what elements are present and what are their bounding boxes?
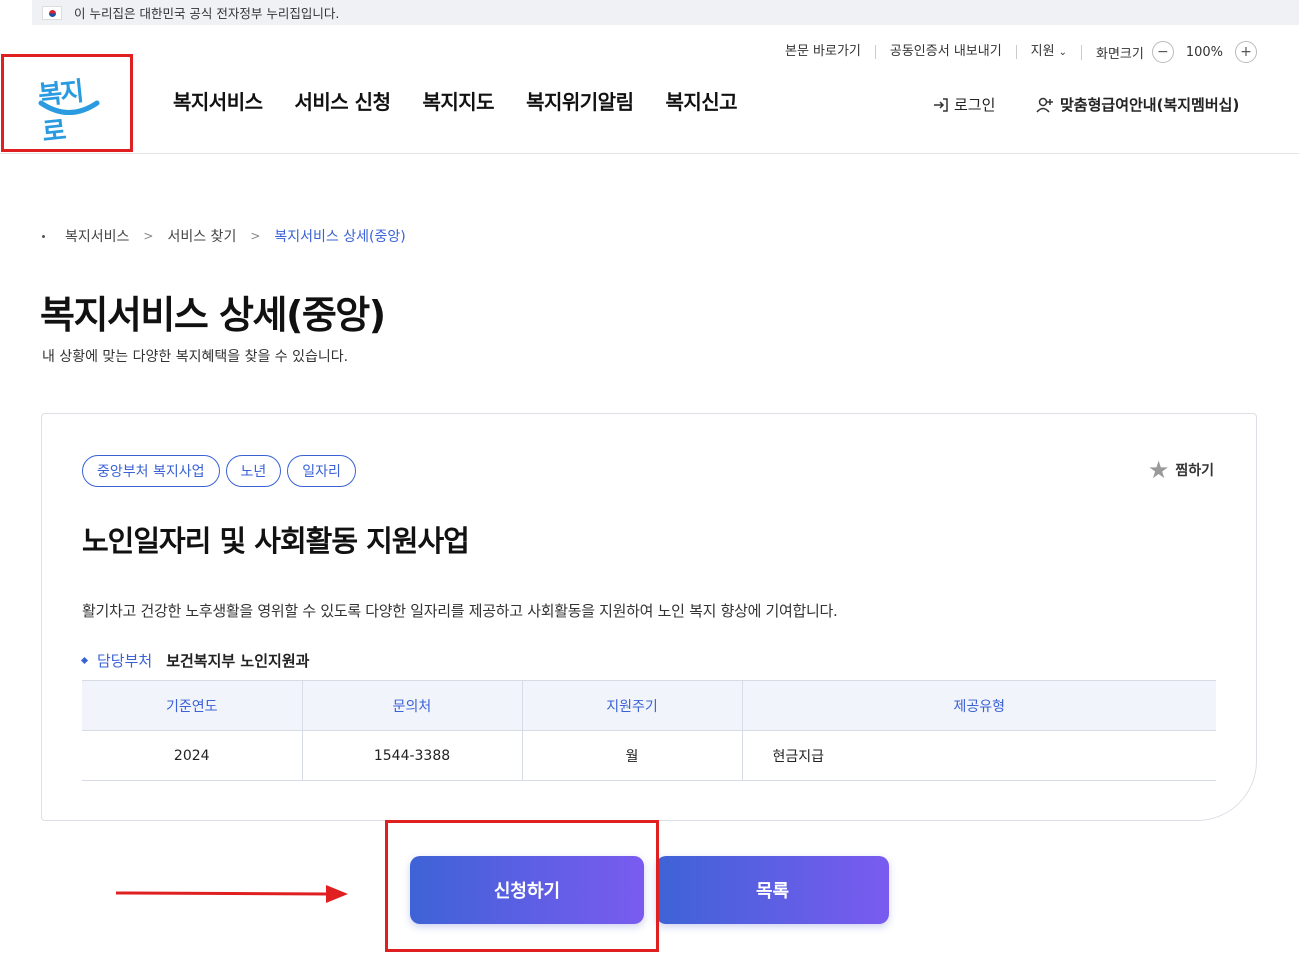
service-description: 활기차고 건강한 노후생활을 영위할 수 있도록 다양한 일자리를 제공하고 사… <box>82 602 838 620</box>
chevron-right-icon: > <box>143 229 154 243</box>
list-button[interactable]: 목록 <box>656 856 889 924</box>
gov-banner: 이 누리집은 대한민국 공식 전자정부 누리집입니다. <box>32 0 1299 25</box>
korea-flag-icon <box>42 5 62 20</box>
nav-crisis-alert[interactable]: 복지위기알림 <box>526 86 634 115</box>
star-icon: ★ <box>1147 456 1170 484</box>
favorite-label: 찜하기 <box>1175 463 1214 479</box>
service-card: 중앙부처 복지사업 노년 일자리 ★ 찜하기 노인일자리 및 사회활동 지원사업… <box>41 413 1257 821</box>
table-cell: 현금지급 <box>742 730 1216 781</box>
gov-banner-text: 이 누리집은 대한민국 공식 전자정부 누리집입니다. <box>74 6 340 21</box>
logo-highlight-box <box>1 54 133 152</box>
chevron-right-icon: > <box>250 229 261 243</box>
department-label: 담당부처 <box>97 652 153 670</box>
column-header: 문의처 <box>302 680 523 731</box>
membership-label: 맞춤형급여안내(복지멤버십) <box>1060 96 1240 114</box>
membership-button[interactable]: 맞춤형급여안내(복지멤버십) <box>1036 94 1239 115</box>
department-info: 담당부처 보건복지부 노인지원과 <box>80 650 310 671</box>
diamond-bullet-icon <box>80 656 89 665</box>
nav-welfare-service[interactable]: 복지서비스 <box>173 86 263 115</box>
tag-jobs[interactable]: 일자리 <box>287 455 356 487</box>
user-plus-icon <box>1036 97 1053 113</box>
home-dot-icon <box>42 234 45 238</box>
nav-welfare-map[interactable]: 복지지도 <box>422 86 494 115</box>
breadcrumb: 복지서비스 > 서비스 찾기 > 복지서비스 상세(중앙) <box>42 226 406 246</box>
apply-highlight-box <box>385 820 659 952</box>
header: 복지로 복지서비스 서비스 신청 복지지도 복지위기알림 복지신고 로그인 맞춤… <box>0 54 1299 154</box>
column-header: 제공유형 <box>742 680 1216 731</box>
red-arrow-annotation <box>116 885 348 903</box>
login-icon <box>934 97 948 112</box>
table-cell: 1544-3388 <box>302 730 523 781</box>
login-label: 로그인 <box>954 96 996 114</box>
department-value: 보건복지부 노인지원과 <box>166 652 310 670</box>
service-info-table: 기준연도 문의처 지원주기 제공유형 2024 1544-3388 월 현금지급 <box>82 680 1216 781</box>
service-title: 노인일자리 및 사회활동 지원사업 <box>82 524 470 558</box>
login-button[interactable]: 로그인 <box>932 94 995 115</box>
nav-welfare-report[interactable]: 복지신고 <box>665 86 737 115</box>
breadcrumb-current: 복지서비스 상세(중앙) <box>274 229 406 245</box>
page: 이 누리집은 대한민국 공식 전자정부 누리집입니다. 본문 바로가기 공동인증… <box>0 0 1299 954</box>
nav-service-apply[interactable]: 서비스 신청 <box>295 86 391 115</box>
breadcrumb-item[interactable]: 서비스 찾기 <box>167 226 236 246</box>
main-nav: 복지서비스 서비스 신청 복지지도 복지위기알림 복지신고 <box>173 86 738 115</box>
table-cell: 월 <box>522 730 743 781</box>
breadcrumb-item[interactable]: 복지서비스 <box>65 226 129 246</box>
page-description: 내 상황에 맞는 다양한 복지혜택을 찾을 수 있습니다. <box>42 349 349 365</box>
column-header: 기준연도 <box>82 680 303 731</box>
table-row: 2024 1544-3388 월 현금지급 <box>82 730 1216 781</box>
column-header: 지원주기 <box>522 680 743 731</box>
tag-list: 중앙부처 복지사업 노년 일자리 <box>82 455 356 487</box>
page-title: 복지서비스 상세(중앙) <box>40 293 386 337</box>
table-header-row: 기준연도 문의처 지원주기 제공유형 <box>82 680 1216 731</box>
tag-central-ministry[interactable]: 중앙부처 복지사업 <box>82 455 220 487</box>
favorite-button[interactable]: ★ 찜하기 <box>1148 458 1214 482</box>
tag-elderly[interactable]: 노년 <box>225 455 282 487</box>
table-cell: 2024 <box>82 730 303 781</box>
